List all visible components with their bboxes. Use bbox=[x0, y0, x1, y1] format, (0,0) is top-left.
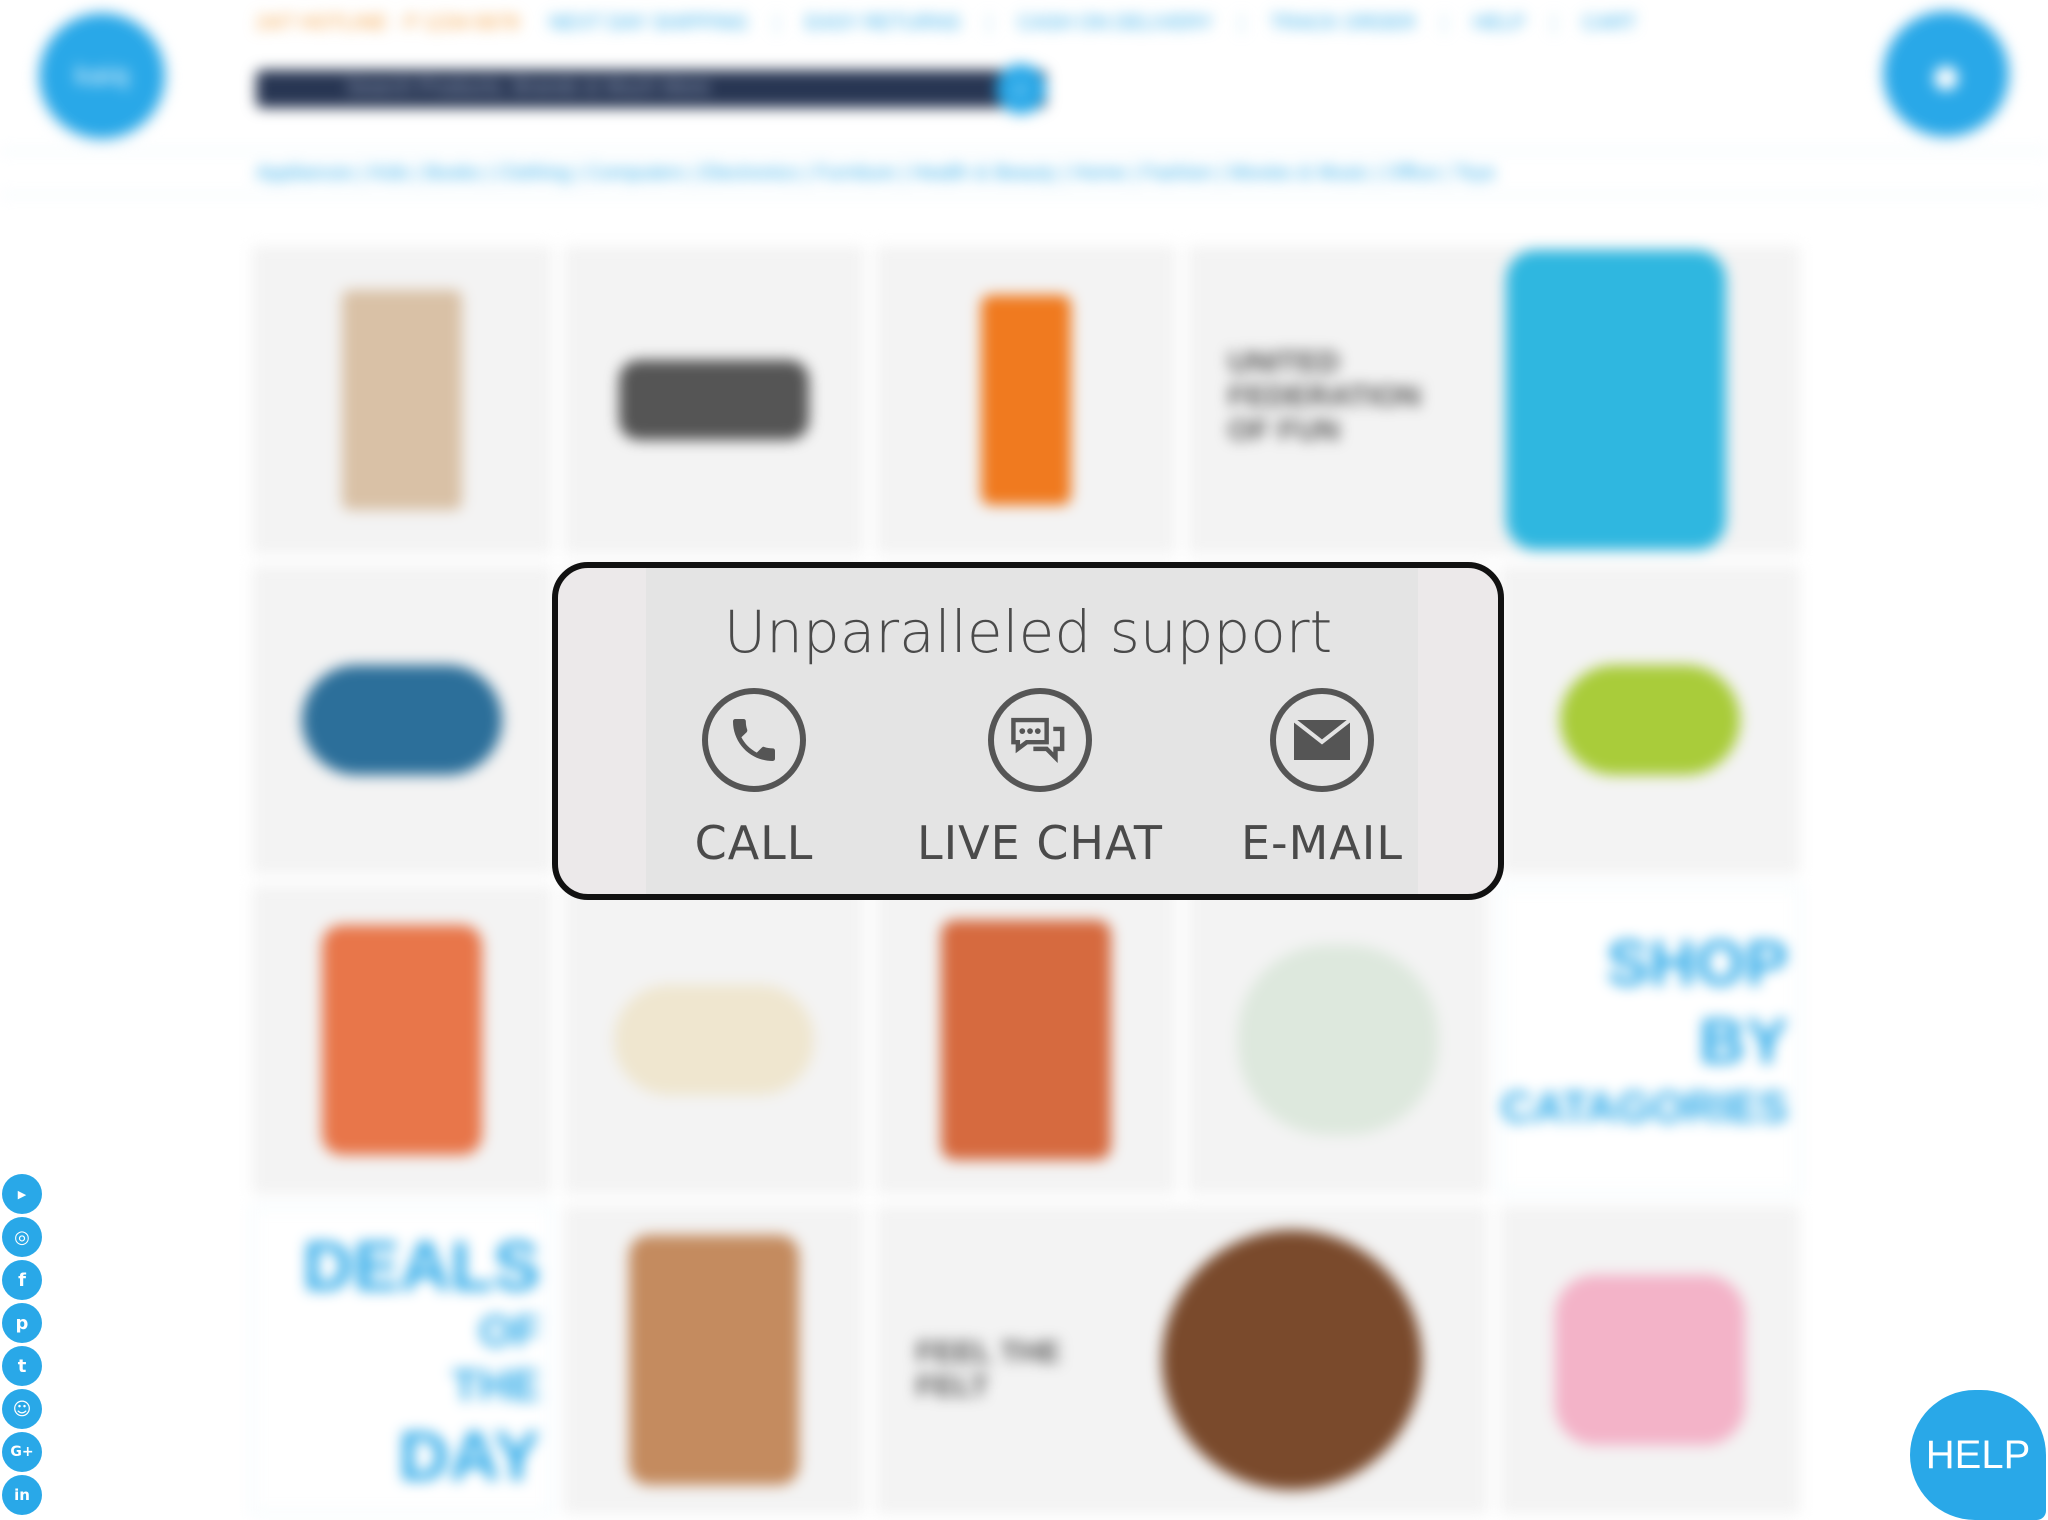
support-modal: Unparalleled support CALL LIVE CHAT E-MA… bbox=[552, 562, 1504, 900]
category-item[interactable]: Health & Beauty bbox=[912, 162, 1057, 185]
nav-item[interactable]: CART bbox=[1582, 12, 1636, 35]
support-title: Unparalleled support bbox=[723, 598, 1333, 666]
chat-icon[interactable] bbox=[988, 688, 1092, 792]
product-tile[interactable] bbox=[876, 246, 1176, 554]
category-item[interactable]: Kids bbox=[370, 162, 409, 185]
promo-heading: THE bbox=[452, 1361, 540, 1410]
help-button[interactable]: HELP bbox=[1910, 1390, 2046, 1520]
youtube-icon[interactable]: ▶ bbox=[2, 1174, 42, 1214]
twitter-icon[interactable]: t bbox=[2, 1346, 42, 1386]
promo-heading: CATAGORIES bbox=[1501, 1083, 1788, 1132]
search-icon[interactable]: ⌕ bbox=[996, 64, 1046, 114]
nav-item[interactable]: CASH ON DELIVERY bbox=[1018, 12, 1213, 35]
nav-item[interactable]: NEXT DAY SHIPPING bbox=[549, 12, 748, 35]
product-tile[interactable] bbox=[252, 566, 552, 874]
instagram-icon[interactable]: ◎ bbox=[2, 1217, 42, 1257]
account-icon[interactable]: ● bbox=[1880, 8, 2012, 140]
category-item[interactable]: Computers bbox=[587, 162, 685, 185]
snapchat-icon[interactable]: ☺ bbox=[2, 1389, 42, 1429]
shop-by-categories-tile[interactable]: SHOP BY CATAGORIES bbox=[1500, 886, 1800, 1194]
banner-text: FEEL THE FELT bbox=[916, 1336, 1061, 1403]
nav-item[interactable]: TRACK ORDER bbox=[1270, 12, 1416, 35]
category-item[interactable]: Home bbox=[1072, 162, 1125, 185]
product-tile[interactable] bbox=[876, 886, 1176, 1194]
category-item[interactable]: Movies & Music bbox=[1230, 162, 1370, 185]
social-links: ▶ ◎ f p t ☺ G+ in bbox=[2, 1174, 46, 1518]
product-tile[interactable] bbox=[1188, 886, 1488, 1194]
category-item[interactable]: Clothing bbox=[497, 162, 570, 185]
product-tile[interactable] bbox=[564, 886, 864, 1194]
deals-of-the-day-tile[interactable]: DEALS OF THE DAY bbox=[252, 1206, 552, 1514]
promo-heading: DAY bbox=[398, 1417, 540, 1495]
category-item[interactable]: Office bbox=[1386, 162, 1438, 185]
product-tile[interactable] bbox=[1500, 566, 1800, 874]
call-option[interactable]: CALL bbox=[634, 688, 874, 870]
banner-text: UNITED FEDERATION OF FUN bbox=[1228, 346, 1421, 447]
category-item[interactable]: Fashion bbox=[1142, 162, 1213, 185]
nav-item[interactable]: HELP bbox=[1473, 12, 1525, 35]
live-chat-option[interactable]: LIVE CHAT bbox=[910, 688, 1170, 870]
nav-item[interactable]: EASY RETURNS bbox=[805, 12, 960, 35]
promo-heading: SHOP bbox=[1606, 927, 1788, 999]
logo-text: kaiq bbox=[74, 61, 130, 91]
top-nav: 24/7 HOTLINE · P 1234-5678 NEXT DAY SHIP… bbox=[256, 11, 1637, 35]
envelope-icon[interactable] bbox=[1270, 688, 1374, 792]
promo-banner-tile[interactable]: FEEL THE FELT bbox=[876, 1206, 1488, 1514]
linkedin-icon[interactable]: in bbox=[2, 1475, 42, 1515]
facebook-icon[interactable]: f bbox=[2, 1260, 42, 1300]
help-label: HELP bbox=[1925, 1432, 2031, 1477]
site-logo[interactable]: kaiq bbox=[36, 10, 168, 142]
phone-icon[interactable] bbox=[702, 688, 806, 792]
category-item[interactable]: Books bbox=[425, 162, 481, 185]
product-tile[interactable] bbox=[252, 886, 552, 1194]
category-item[interactable]: Electronics bbox=[701, 162, 799, 185]
product-tile[interactable] bbox=[1500, 1206, 1800, 1514]
category-item[interactable]: Appliances bbox=[256, 162, 354, 185]
category-item[interactable]: Toys bbox=[1454, 162, 1495, 185]
category-nav: Appliances | Kids | Books | Clothing | C… bbox=[0, 150, 2048, 196]
promo-heading: BY bbox=[1699, 1005, 1788, 1077]
promo-banner-tile[interactable]: UNITED FEDERATION OF FUN bbox=[1188, 246, 1800, 554]
pinterest-icon[interactable]: p bbox=[2, 1303, 42, 1343]
google-plus-icon[interactable]: G+ bbox=[2, 1432, 42, 1472]
hotline-promo: 24/7 HOTLINE · P 1234-5678 bbox=[256, 11, 520, 34]
email-option[interactable]: E-MAIL bbox=[1202, 688, 1442, 870]
email-label: E-MAIL bbox=[1240, 816, 1403, 870]
promo-heading: OF bbox=[478, 1307, 540, 1356]
product-tile[interactable] bbox=[564, 246, 864, 554]
search-input[interactable]: Search Products, Brands & Much More bbox=[256, 70, 1046, 108]
call-label: CALL bbox=[694, 816, 814, 870]
live-chat-label: LIVE CHAT bbox=[916, 816, 1164, 870]
promo-heading: DEALS bbox=[302, 1227, 540, 1305]
category-item[interactable]: Furniture bbox=[815, 162, 895, 185]
product-tile[interactable] bbox=[252, 246, 552, 554]
product-tile[interactable] bbox=[564, 1206, 864, 1514]
